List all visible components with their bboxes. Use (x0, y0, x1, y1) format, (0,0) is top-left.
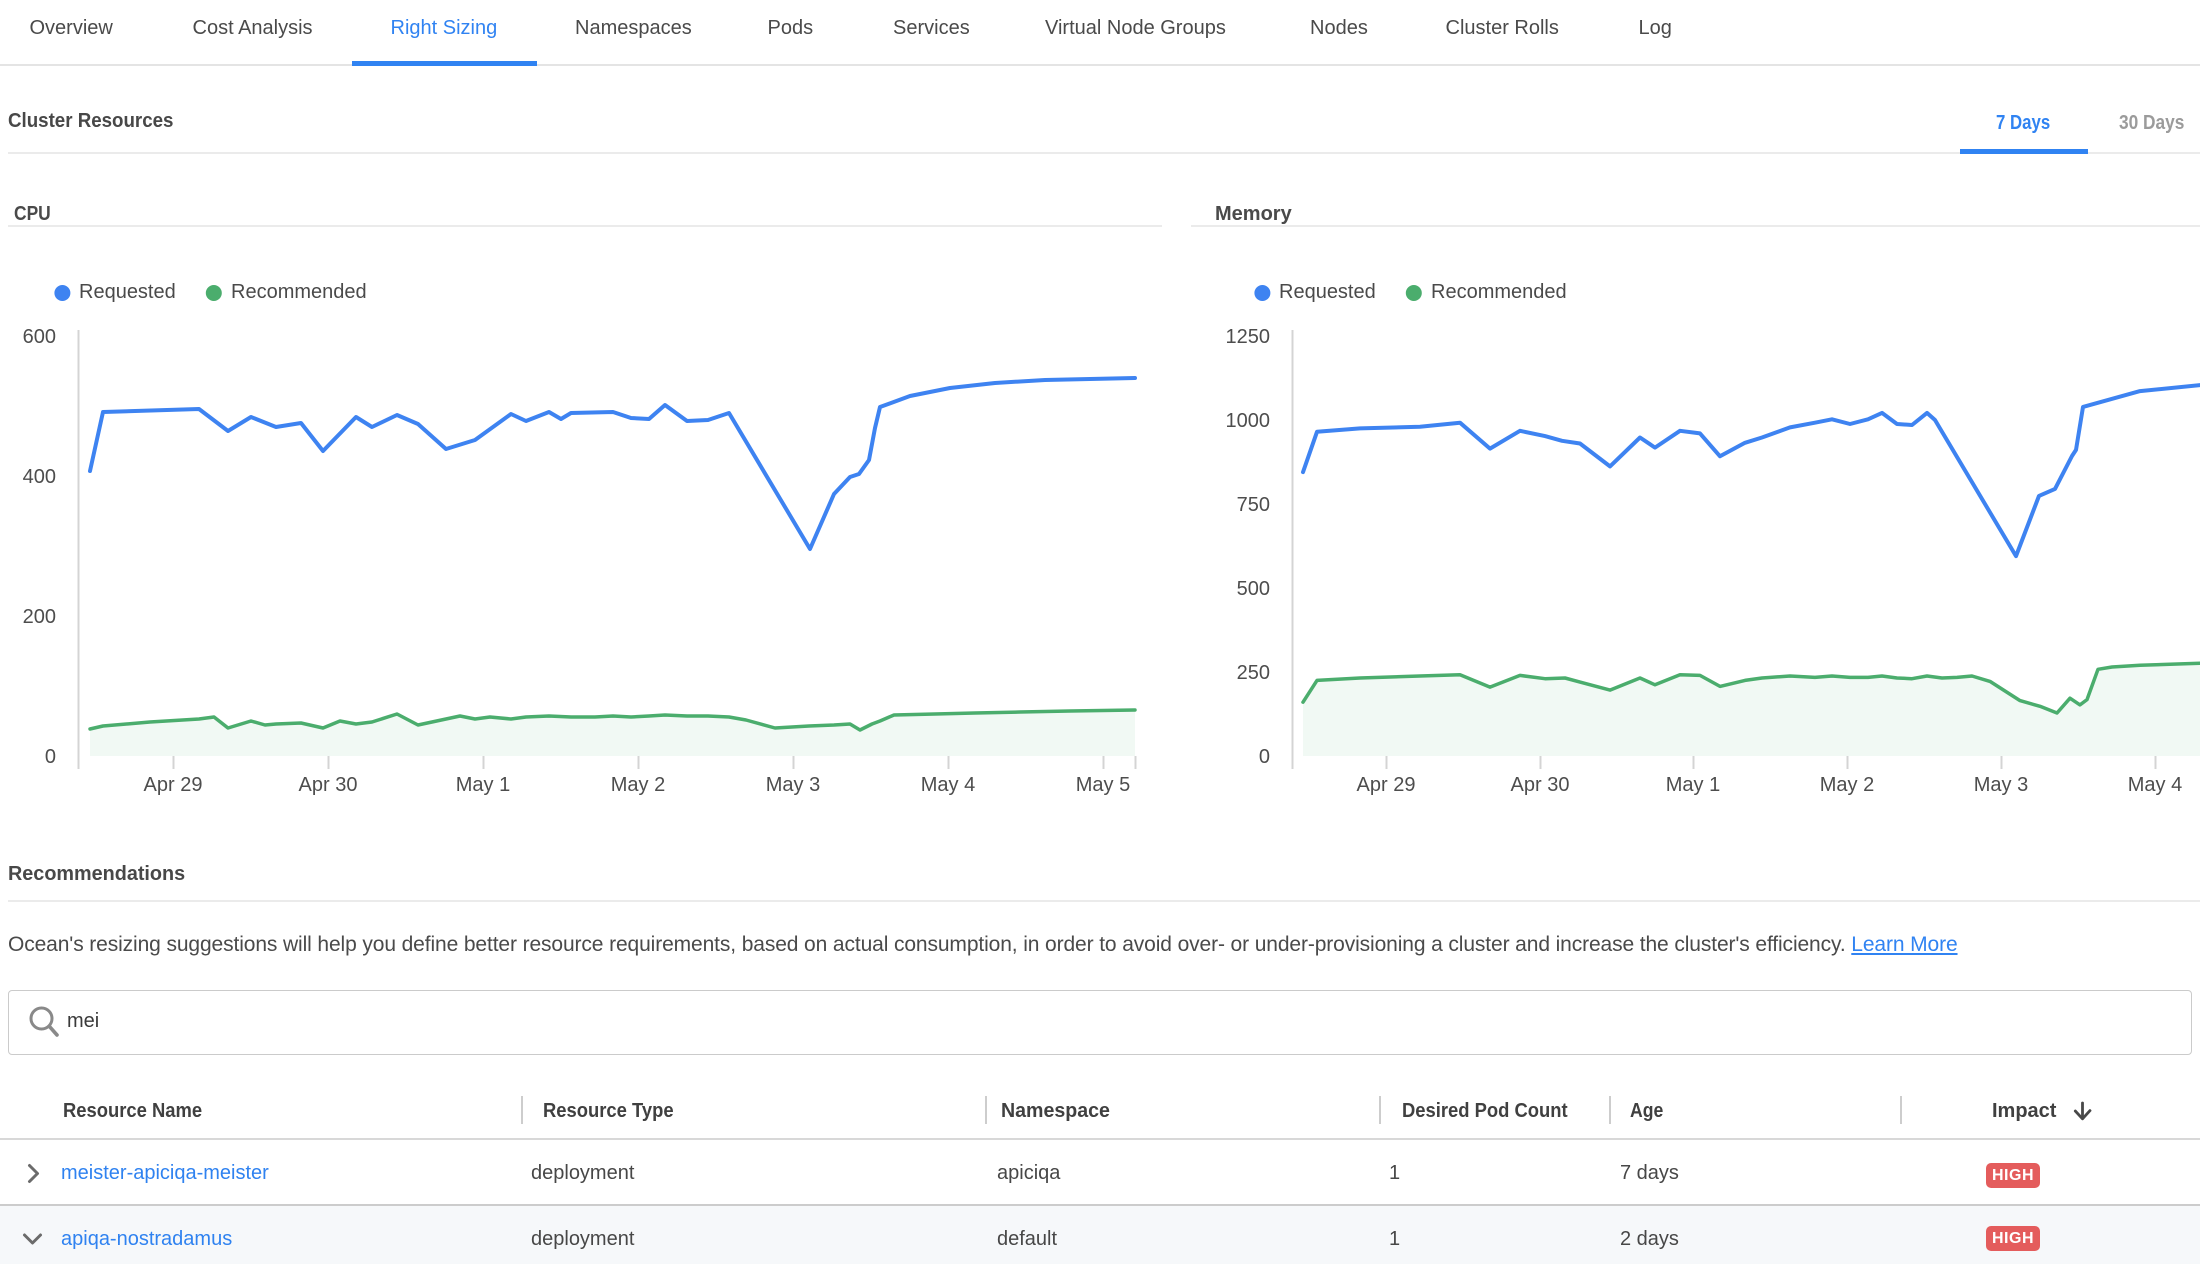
svg-text:750: 750 (1237, 494, 1270, 516)
svg-text:May 1: May 1 (456, 774, 510, 796)
svg-text:600: 600 (23, 326, 56, 348)
svg-text:May 1: May 1 (1666, 774, 1720, 796)
svg-text:May 3: May 3 (1974, 774, 2028, 796)
svg-text:May 5: May 5 (1076, 774, 1130, 796)
svg-text:Apr 30: Apr 30 (299, 774, 358, 796)
svg-text:1250: 1250 (1226, 326, 1271, 348)
svg-text:0: 0 (1259, 746, 1270, 768)
svg-text:200: 200 (23, 606, 56, 628)
svg-text:May 4: May 4 (921, 774, 975, 796)
svg-text:250: 250 (1237, 662, 1270, 684)
svg-text:May 2: May 2 (1820, 774, 1874, 796)
svg-text:Apr 29: Apr 29 (1357, 774, 1416, 796)
svg-text:May 4: May 4 (2128, 774, 2182, 796)
svg-text:May 2: May 2 (611, 774, 665, 796)
svg-text:Apr 29: Apr 29 (144, 774, 203, 796)
svg-text:400: 400 (23, 466, 56, 488)
svg-text:1000: 1000 (1226, 410, 1271, 432)
svg-text:Apr 30: Apr 30 (1511, 774, 1570, 796)
svg-text:500: 500 (1237, 578, 1270, 600)
svg-text:May 3: May 3 (766, 774, 820, 796)
svg-text:0: 0 (45, 746, 56, 768)
